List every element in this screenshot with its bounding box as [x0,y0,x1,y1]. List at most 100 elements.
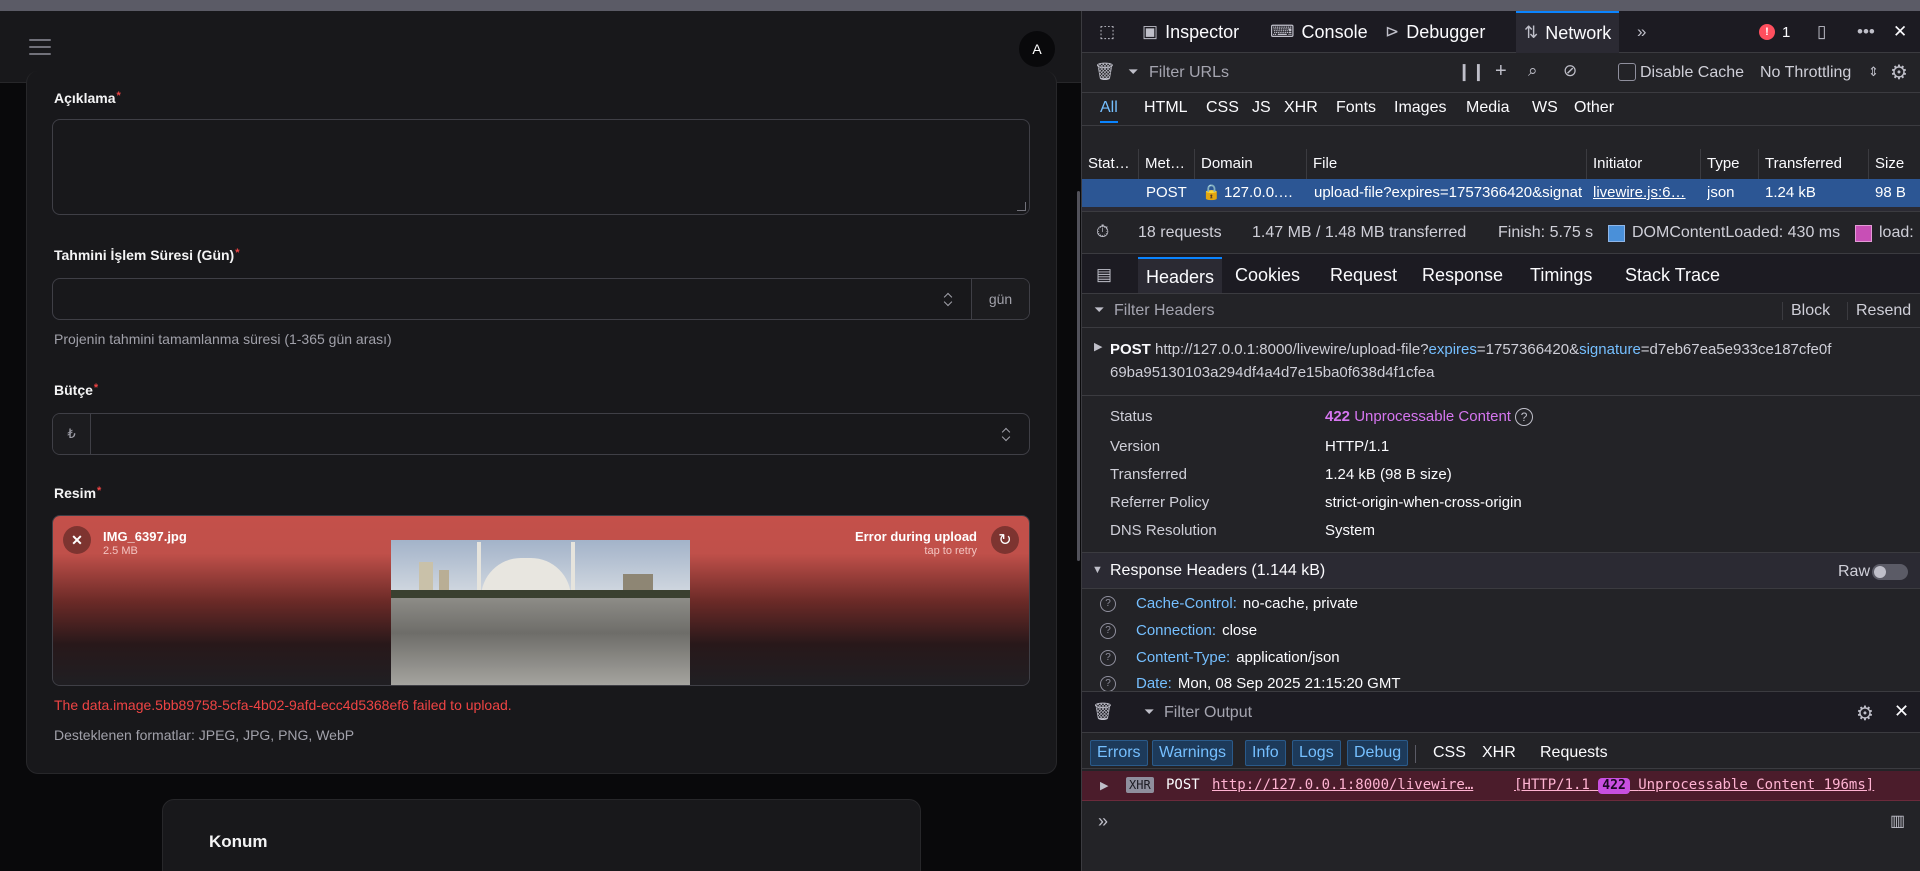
tab-request[interactable]: Request [1330,257,1397,293]
filter-other[interactable]: Other [1574,93,1614,123]
disable-cache-checkbox[interactable] [1618,63,1636,81]
filter-html[interactable]: HTML [1144,93,1188,123]
tab-response[interactable]: Response [1422,257,1503,293]
filter-images[interactable]: Images [1394,93,1446,123]
error-count[interactable]: ! 1 [1759,11,1790,53]
header-content-type: Content-Type: application/json [1136,649,1340,666]
close-devtools-icon[interactable]: ✕ [1893,11,1907,53]
col-size[interactable]: Size [1869,149,1920,179]
help-icon[interactable]: ? [1100,623,1116,639]
filter-all[interactable]: All [1100,93,1118,123]
toggle-sidebar-icon[interactable]: ▤ [1096,265,1112,285]
col-status[interactable]: Stat… [1082,149,1139,179]
filter-headers-input[interactable]: Filter Headers [1114,302,1214,320]
filter-output-input[interactable]: Filter Output [1164,704,1252,722]
resize-handle-icon[interactable] [1017,202,1026,211]
number-stepper-icon[interactable] [1002,426,1012,442]
more-options-icon[interactable]: ••• [1857,11,1875,53]
tab-stack-trace[interactable]: Stack Trace [1625,257,1720,293]
console-filter-errors[interactable]: Errors [1090,740,1148,766]
responsive-mode-icon[interactable]: ▯ [1817,11,1826,53]
error-icon: ! [1759,24,1775,40]
console-filter-info[interactable]: Info [1245,740,1286,766]
number-stepper-icon[interactable] [944,291,954,307]
clear-console-icon[interactable]: 🗑 [1092,702,1114,722]
image-label: Resim* [54,485,102,501]
filter-fonts[interactable]: Fonts [1336,93,1376,123]
image-upload-dropzone[interactable]: ✕ IMG_6397.jpg 2.5 MB Error during uploa… [52,515,1030,686]
request-initiator[interactable]: livewire.js:6… [1593,179,1699,207]
budget-input[interactable]: ₺ [52,413,1030,455]
gear-icon[interactable]: ⚙ [1890,60,1908,85]
upload-status: Error during upload [854,529,977,544]
console-log-entry[interactable]: ▶ XHR POST http://127.0.0.1:8000/livewir… [1082,771,1920,801]
raw-toggle[interactable] [1872,564,1908,580]
col-initiator[interactable]: Initiator [1587,149,1701,179]
tab-console[interactable]: ⌨ Console [1270,11,1368,53]
editor-mode-icon[interactable]: ▥ [1890,811,1905,831]
block-icon[interactable]: ⊘ [1563,61,1577,81]
type-filters: All HTML CSS JS XHR Fonts Images Media W… [1082,93,1920,126]
log-response[interactable]: [HTTP/1.1 422 Unprocessable Content 196m… [1514,777,1874,794]
description-textarea[interactable] [52,119,1030,215]
console-filter-debug[interactable]: Debug [1347,740,1409,766]
lock-icon: 🔒 [1202,184,1220,201]
element-picker-icon[interactable]: ⬚ [1092,11,1122,53]
summary-load: load: [1879,224,1914,241]
search-icon[interactable]: ⌕ [1528,61,1538,81]
console-filter-logs[interactable]: Logs [1292,740,1341,766]
filter-css[interactable]: CSS [1206,93,1239,123]
filter-xhr[interactable]: XHR [1284,93,1318,123]
col-method[interactable]: Met… [1139,149,1195,179]
avatar[interactable]: A [1019,31,1055,67]
col-domain[interactable]: Domain [1195,149,1307,179]
resend-button[interactable]: Resend [1847,302,1911,320]
help-icon[interactable]: ? [1100,596,1116,612]
console-filter-xhr[interactable]: XHR [1475,740,1523,766]
menu-icon[interactable] [29,38,51,56]
request-method: POST [1146,184,1187,201]
col-type[interactable]: Type [1701,149,1759,179]
tab-cookies[interactable]: Cookies [1235,257,1300,293]
filter-media[interactable]: Media [1466,93,1510,123]
help-icon[interactable]: ? [1100,676,1116,691]
clear-trash-icon[interactable]: 🗑 [1094,62,1116,82]
pause-icon[interactable]: ❙❙ [1457,62,1486,82]
retry-icon[interactable]: ↻ [991,526,1019,554]
remove-file-button[interactable]: ✕ [63,526,91,554]
response-headers-section[interactable]: ▼ Response Headers (1.144 kB) Raw [1082,553,1920,589]
inspector-icon: ▣ [1142,22,1159,41]
request-size: 98 B [1875,184,1906,201]
more-tabs-icon[interactable]: » [1637,11,1646,53]
col-transferred[interactable]: Transferred [1759,149,1869,179]
log-url[interactable]: http://127.0.0.1:8000/livewire… [1212,777,1473,793]
expand-arrow-icon[interactable]: ▶ [1094,340,1102,353]
response-info: Status 422 Unprocessable Content ? Versi… [1082,396,1920,553]
request-summary: ▶ POST http://127.0.0.1:8000/livewire/up… [1082,328,1920,396]
tab-inspector[interactable]: ▣ Inspector [1142,11,1239,53]
add-icon[interactable]: + [1495,60,1507,83]
collapse-arrow-icon[interactable]: ▼ [1092,564,1103,576]
filter-urls-input[interactable]: Filter URLs [1149,64,1229,82]
expand-arrow-icon[interactable]: ▶ [1100,779,1108,792]
help-icon[interactable]: ? [1100,650,1116,666]
filter-ws[interactable]: WS [1532,93,1558,123]
tab-headers[interactable]: Headers [1138,257,1223,293]
block-button[interactable]: Block [1782,302,1830,320]
page-scrollbar[interactable] [1077,191,1080,561]
request-row-selected[interactable]: 422 POST 🔒 127.0.0.… upload-file?expires… [1082,179,1920,207]
tab-network[interactable]: ⇅ Network [1516,11,1620,53]
console-filter-warnings[interactable]: Warnings [1152,740,1233,766]
col-file[interactable]: File [1307,149,1587,179]
console-filter-requests[interactable]: Requests [1533,740,1615,766]
console-settings-icon[interactable]: ⚙ [1856,701,1874,726]
filter-js[interactable]: JS [1252,93,1271,123]
tab-timings[interactable]: Timings [1530,257,1592,293]
console-prompt-icon[interactable]: » [1098,811,1108,832]
tab-debugger[interactable]: ⊳ Debugger [1385,11,1485,53]
close-console-icon[interactable]: ✕ [1894,701,1909,722]
throttling-select[interactable]: No Throttling [1760,64,1851,82]
console-filter-css[interactable]: CSS [1426,740,1473,766]
duration-input[interactable]: gün [52,278,1030,320]
help-icon[interactable]: ? [1515,408,1534,426]
